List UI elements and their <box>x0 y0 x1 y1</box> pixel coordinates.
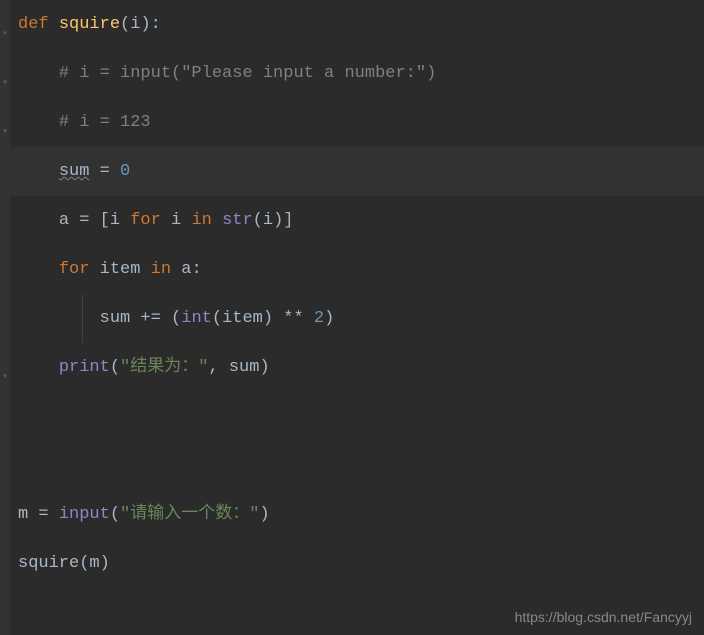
blank-line <box>10 392 704 441</box>
code-line: # i = input("Please input a number:") <box>10 49 704 98</box>
code-line: sum += (int(item) ** 2) <box>10 294 704 343</box>
indent-guide <box>82 294 83 343</box>
comment: # i = input("Please input a number:") <box>59 64 436 83</box>
fold-marker-icon[interactable]: ▾ <box>0 30 10 40</box>
watermark: https://blog.csdn.net/Fancyyj <box>515 609 692 625</box>
fold-marker-icon[interactable]: ▾ <box>0 128 10 138</box>
number: 2 <box>314 309 324 328</box>
code-editor[interactable]: ▾ ▾ ▾ ▾ def squire(i): # i = input("Plea… <box>0 0 704 635</box>
code-area[interactable]: def squire(i): # i = input("Please input… <box>10 0 704 635</box>
builtin-str: str <box>222 211 253 230</box>
blank-line <box>10 441 704 490</box>
fold-marker-icon[interactable]: ▾ <box>0 79 10 89</box>
function-name: squire <box>59 15 120 34</box>
colon: : <box>151 15 161 34</box>
code-line: for item in a: <box>10 245 704 294</box>
param: i <box>130 15 140 34</box>
paren: ( <box>120 15 130 34</box>
fold-marker-icon[interactable]: ▾ <box>0 373 10 383</box>
builtin-int: int <box>181 309 212 328</box>
string: "请输入一个数：" <box>120 505 259 524</box>
code-line: print("结果为：", sum) <box>10 343 704 392</box>
gutter: ▾ ▾ ▾ ▾ <box>0 0 10 635</box>
string: "结果为：" <box>120 358 208 377</box>
code-line: m = input("请输入一个数：") <box>10 490 704 539</box>
code-line: squire(m) <box>10 539 704 588</box>
code-line: a = [i for i in str(i)] <box>10 196 704 245</box>
var-sum: sum <box>59 162 90 181</box>
paren: ) <box>140 15 150 34</box>
code-line: # i = 123 <box>10 98 704 147</box>
builtin-print: print <box>59 358 110 377</box>
code-line: def squire(i): <box>10 0 704 49</box>
builtin-input: input <box>59 505 110 524</box>
number: 0 <box>120 162 130 181</box>
comment: # i = 123 <box>59 113 151 132</box>
keyword-def: def <box>18 15 49 34</box>
code-line-current: sum = 0 <box>10 147 704 196</box>
